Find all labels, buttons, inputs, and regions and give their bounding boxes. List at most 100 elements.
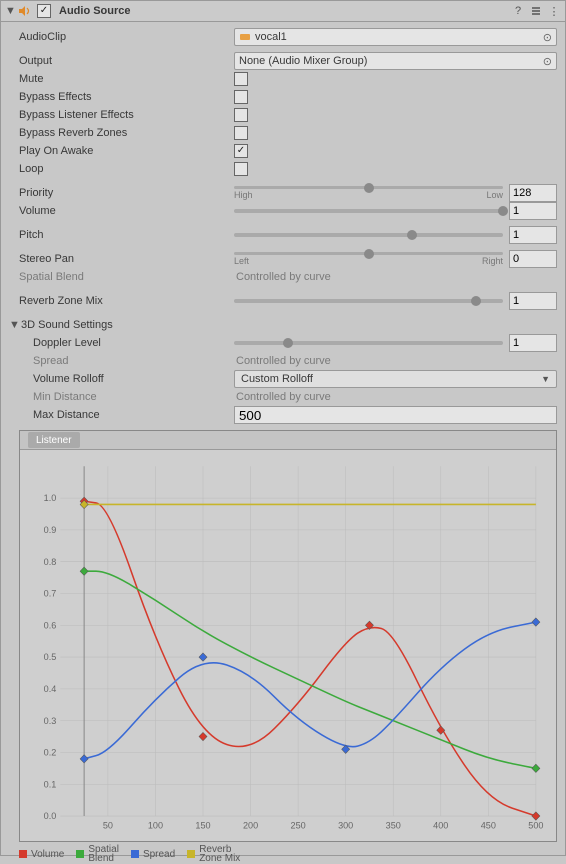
audio-clip-field[interactable]: vocal1 ⊙ (234, 28, 557, 46)
svg-text:350: 350 (386, 820, 401, 830)
min-distance-value: Controlled by curve (234, 391, 331, 403)
listener-tab[interactable]: Listener (28, 432, 80, 448)
svg-text:50: 50 (103, 820, 113, 830)
3d-sound-settings-label: 3D Sound Settings (21, 319, 113, 331)
play-on-awake-label: Play On Awake (19, 145, 234, 157)
bypass-listener-checkbox[interactable] (234, 108, 248, 122)
3d-sound-settings-foldout[interactable]: ▼ 3D Sound Settings (1, 316, 565, 334)
min-distance-row: Min Distance Controlled by curve (1, 388, 565, 406)
spread-label: Spread (33, 355, 234, 367)
audio-source-inspector: ▼ Audio Source ? ⋮ AudioClip vocal1 ⊙ Ou… (0, 0, 566, 856)
object-picker-icon[interactable]: ⊙ (543, 55, 552, 68)
audioclip-asset-icon (239, 31, 251, 43)
stereo-pan-row: Stereo Pan Left Right (1, 250, 565, 268)
svg-text:0.9: 0.9 (44, 525, 57, 535)
audio-clip-row: AudioClip vocal1 ⊙ (1, 28, 565, 46)
svg-text:0.6: 0.6 (44, 620, 57, 630)
volume-rolloff-label: Volume Rolloff (33, 373, 234, 385)
doppler-row: Doppler Level (1, 334, 565, 352)
mute-checkbox[interactable] (234, 72, 248, 86)
chevron-down-icon: ▼ (541, 374, 550, 384)
legend-spatial-blend[interactable]: Spatial Blend (76, 845, 119, 863)
legend-volume[interactable]: Volume (19, 849, 64, 860)
reverb-zone-mix-row: Reverb Zone Mix (1, 292, 565, 310)
curve-legend: Volume Spatial Blend Spread Reverb Zone … (19, 844, 557, 864)
reverb-zone-mix-input[interactable] (509, 292, 557, 310)
volume-rolloff-value: Custom Rolloff (241, 373, 313, 385)
spatial-blend-label: Spatial Blend (19, 271, 234, 283)
foldout-arrow-icon: ▼ (9, 319, 19, 331)
svg-text:150: 150 (195, 820, 210, 830)
pan-right-label: Right (482, 256, 503, 266)
stereo-pan-slider[interactable] (234, 252, 503, 255)
curve-plot[interactable]: 1.00.90.80.70.60.50.40.30.20.10.05010015… (30, 460, 546, 837)
svg-text:0.4: 0.4 (44, 684, 57, 694)
volume-row: Volume (1, 202, 565, 220)
mute-label: Mute (19, 73, 234, 85)
pitch-input[interactable] (509, 226, 557, 244)
spread-value: Controlled by curve (234, 355, 331, 367)
pitch-label: Pitch (19, 229, 234, 241)
output-row: Output None (Audio Mixer Group) ⊙ (1, 52, 565, 70)
max-distance-input[interactable] (234, 406, 557, 424)
priority-max-label: Low (486, 190, 503, 200)
legend-spread[interactable]: Spread (131, 849, 175, 860)
svg-text:0.7: 0.7 (44, 588, 57, 598)
audio-clip-value: vocal1 (255, 31, 287, 43)
object-picker-icon[interactable]: ⊙ (543, 31, 552, 44)
svg-text:250: 250 (291, 820, 306, 830)
svg-text:300: 300 (338, 820, 353, 830)
svg-text:0.8: 0.8 (44, 557, 57, 567)
doppler-slider[interactable] (234, 341, 503, 345)
spatial-blend-value: Controlled by curve (234, 271, 331, 283)
svg-text:100: 100 (148, 820, 163, 830)
presets-icon[interactable] (529, 4, 543, 18)
svg-text:450: 450 (481, 820, 496, 830)
priority-label: Priority (19, 187, 234, 199)
legend-reverb-zone-mix[interactable]: Reverb Zone Mix (187, 845, 240, 863)
play-on-awake-checkbox[interactable] (234, 144, 248, 158)
bypass-effects-checkbox[interactable] (234, 90, 248, 104)
loop-label: Loop (19, 163, 234, 175)
svg-text:0.1: 0.1 (44, 779, 57, 789)
volume-input[interactable] (509, 202, 557, 220)
curve-toolbar: Listener (20, 431, 556, 450)
output-label: Output (19, 55, 234, 67)
doppler-input[interactable] (509, 334, 557, 352)
stereo-pan-input[interactable] (509, 250, 557, 268)
max-distance-row: Max Distance (1, 406, 565, 424)
loop-checkbox[interactable] (234, 162, 248, 176)
priority-min-label: High (234, 190, 253, 200)
pitch-row: Pitch (1, 226, 565, 244)
svg-text:0.5: 0.5 (44, 652, 57, 662)
priority-slider[interactable] (234, 186, 503, 189)
bypass-listener-label: Bypass Listener Effects (19, 109, 234, 121)
svg-text:200: 200 (243, 820, 258, 830)
foldout-toggle[interactable]: ▼ (5, 5, 15, 17)
rolloff-curve-panel: Listener 1.00.90.80.70.60.50.40.30.20.10… (19, 430, 557, 842)
svg-text:0.2: 0.2 (44, 747, 57, 757)
spread-row: Spread Controlled by curve (1, 352, 565, 370)
priority-row: Priority High Low (1, 184, 565, 202)
spatial-blend-row: Spatial Blend Controlled by curve (1, 268, 565, 286)
stereo-pan-label: Stereo Pan (19, 253, 234, 265)
help-icon[interactable]: ? (511, 4, 525, 18)
component-enabled-checkbox[interactable] (37, 4, 51, 18)
pitch-slider[interactable] (234, 233, 503, 237)
svg-text:1.0: 1.0 (44, 493, 57, 503)
output-field[interactable]: None (Audio Mixer Group) ⊙ (234, 52, 557, 70)
component-title: Audio Source (59, 5, 131, 17)
volume-rolloff-dropdown[interactable]: Custom Rolloff ▼ (234, 370, 557, 388)
volume-slider[interactable] (234, 209, 503, 213)
component-header: ▼ Audio Source ? ⋮ (1, 1, 565, 22)
context-menu-icon[interactable]: ⋮ (547, 4, 561, 18)
audio-clip-label: AudioClip (19, 31, 234, 43)
bypass-reverb-label: Bypass Reverb Zones (19, 127, 234, 139)
bypass-reverb-checkbox[interactable] (234, 126, 248, 140)
priority-input[interactable] (509, 184, 557, 202)
svg-text:400: 400 (433, 820, 448, 830)
volume-label: Volume (19, 205, 234, 217)
reverb-zone-mix-slider[interactable] (234, 299, 503, 303)
audio-source-icon (17, 4, 31, 18)
output-value: None (Audio Mixer Group) (239, 55, 367, 67)
